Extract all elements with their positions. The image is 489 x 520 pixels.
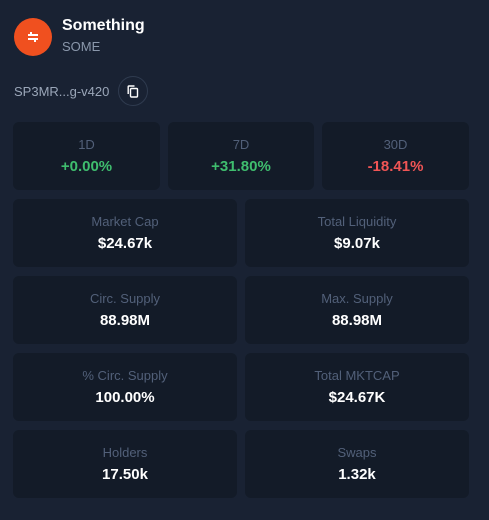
price-change-card-1d: 1D +0.00% xyxy=(13,122,160,190)
stat-label: Market Cap xyxy=(91,213,159,229)
stat-value: 17.50k xyxy=(102,465,148,483)
token-symbol: SOME xyxy=(62,39,101,54)
stat-label: Circ. Supply xyxy=(89,290,161,306)
max-supply-card: Max. Supply 88.98M xyxy=(245,276,469,344)
token-avatar xyxy=(14,18,52,56)
stat-value: $24.67k xyxy=(97,234,153,252)
stat-value: $9.07k xyxy=(334,234,380,252)
stat-label: Holders xyxy=(102,444,148,460)
stat-value: 1.32k xyxy=(338,465,376,483)
price-change-value: +31.80% xyxy=(211,157,271,175)
stat-value: $24.67K xyxy=(328,388,386,406)
swaps-card: Swaps 1.32k xyxy=(245,430,469,498)
token-address: SP3MR...g-v420 xyxy=(14,84,110,99)
price-change-card-30d: 30D -18.41% xyxy=(322,122,469,190)
price-change-value: +0.00% xyxy=(60,157,113,175)
stat-label: Total Liquidity xyxy=(317,213,397,229)
price-change-card-7d: 7D +31.80% xyxy=(168,122,314,190)
stat-label: Swaps xyxy=(337,444,377,460)
stat-label: Total MKTCAP xyxy=(314,367,400,383)
stat-label: Max. Supply xyxy=(321,290,393,306)
price-change-label: 7D xyxy=(232,136,250,152)
circ-supply-card: Circ. Supply 88.98M xyxy=(13,276,237,344)
stat-value: 100.00% xyxy=(95,388,155,406)
stat-value: 88.98M xyxy=(99,311,151,329)
price-change-label: 30D xyxy=(383,136,408,152)
token-logo-icon xyxy=(28,32,38,42)
copy-address-button[interactable] xyxy=(118,76,148,106)
pct-circ-supply-card: % Circ. Supply 100.00% xyxy=(13,353,237,421)
token-stats-panel: Something SOME SP3MR...g-v420 1D +0.00% … xyxy=(0,0,489,520)
token-name: Something xyxy=(62,17,145,34)
price-change-value: -18.41% xyxy=(367,157,424,175)
stat-label: % Circ. Supply xyxy=(82,367,168,383)
holders-card: Holders 17.50k xyxy=(13,430,237,498)
total-liquidity-card: Total Liquidity $9.07k xyxy=(245,199,469,267)
copy-icon xyxy=(127,84,139,98)
price-change-label: 1D xyxy=(78,136,95,152)
stat-value: 88.98M xyxy=(331,311,383,329)
market-cap-card: Market Cap $24.67k xyxy=(13,199,237,267)
total-mktcap-card: Total MKTCAP $24.67K xyxy=(245,353,469,421)
